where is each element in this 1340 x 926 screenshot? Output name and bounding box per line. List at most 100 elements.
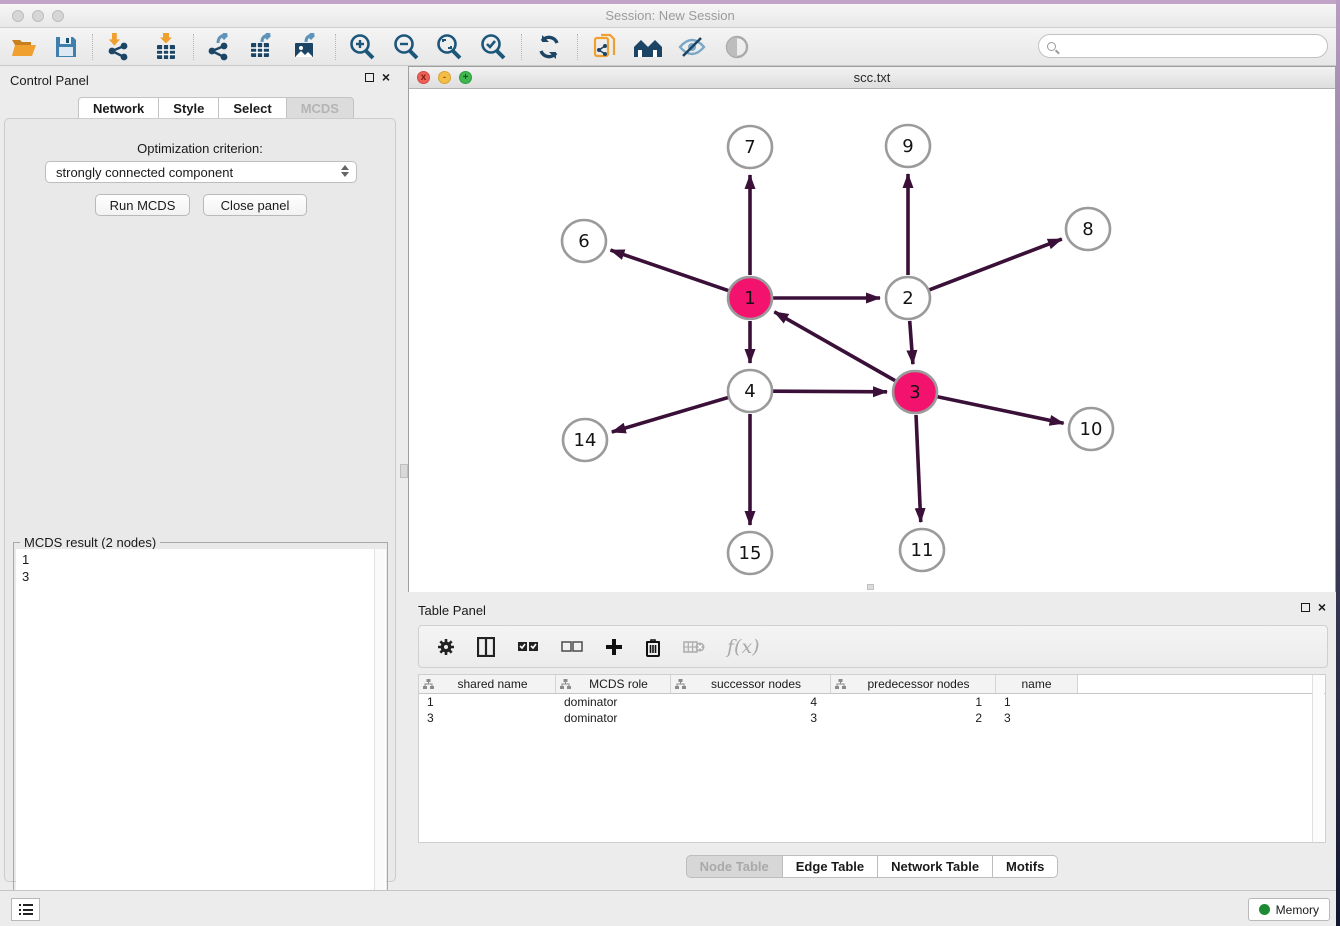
cell-shared-name[interactable]: 3 bbox=[419, 710, 556, 726]
column-header-successor-nodes[interactable]: successor nodes bbox=[671, 675, 831, 693]
zoom-selected-icon[interactable] bbox=[477, 32, 509, 62]
cell-successor-nodes[interactable]: 4 bbox=[671, 694, 831, 710]
search-field[interactable] bbox=[1038, 34, 1328, 58]
export-image-icon[interactable] bbox=[290, 32, 322, 62]
export-network-icon[interactable] bbox=[203, 32, 235, 62]
select-all-icon[interactable] bbox=[517, 640, 539, 654]
zoom-in-icon[interactable] bbox=[346, 32, 378, 62]
graph-edge-3-10[interactable] bbox=[938, 397, 1064, 424]
insert-column-icon[interactable] bbox=[477, 637, 495, 657]
column-header-mcds-role[interactable]: MCDS role bbox=[556, 675, 671, 693]
cell-shared-name[interactable]: 1 bbox=[419, 694, 556, 710]
svg-text:2: 2 bbox=[902, 288, 913, 309]
graph-node-4[interactable]: 4 bbox=[728, 370, 772, 412]
refresh-icon[interactable] bbox=[533, 32, 565, 62]
mcds-result-text: 1 3 bbox=[16, 549, 386, 920]
run-mcds-button[interactable]: Run MCDS bbox=[95, 194, 190, 216]
graph-edge-2-3[interactable] bbox=[910, 321, 913, 364]
optimization-criterion-select[interactable]: strongly connected component bbox=[45, 161, 357, 183]
import-table-icon[interactable] bbox=[150, 32, 182, 62]
svg-text:1: 1 bbox=[744, 288, 755, 309]
graph-node-14[interactable]: 14 bbox=[563, 419, 607, 461]
cell-name[interactable]: 3 bbox=[996, 710, 1078, 726]
graph-node-3[interactable]: 3 bbox=[893, 371, 937, 413]
graph-edge-3-1[interactable] bbox=[774, 312, 895, 381]
first-neighbors-icon[interactable] bbox=[632, 32, 664, 62]
zoom-out-icon[interactable] bbox=[390, 32, 422, 62]
duplicate-network-icon[interactable] bbox=[589, 32, 621, 62]
function-builder-icon[interactable]: f(x) bbox=[727, 636, 760, 658]
toolbar-separator bbox=[193, 34, 194, 60]
task-history-button[interactable] bbox=[11, 898, 40, 921]
graph-edge-2-8[interactable] bbox=[929, 239, 1061, 290]
graph-node-11[interactable]: 11 bbox=[900, 529, 944, 571]
close-panel-button[interactable]: Close panel bbox=[203, 194, 307, 216]
select-stepper-icon bbox=[341, 165, 349, 177]
table-panel-title: Table Panel bbox=[418, 603, 486, 618]
graph-node-9[interactable]: 9 bbox=[886, 125, 930, 167]
delete-row-icon[interactable] bbox=[645, 637, 661, 657]
save-session-icon[interactable] bbox=[50, 32, 82, 62]
graph-edge-1-6[interactable] bbox=[610, 250, 728, 290]
graph-edge-3-11[interactable] bbox=[916, 415, 921, 522]
tab-network-table[interactable]: Network Table bbox=[878, 855, 993, 878]
import-network-icon[interactable] bbox=[103, 32, 135, 62]
close-table-panel-icon[interactable]: × bbox=[1318, 602, 1326, 612]
sort-icon bbox=[560, 679, 571, 690]
show-all-icon[interactable] bbox=[721, 32, 753, 62]
graph-node-8[interactable]: 8 bbox=[1066, 208, 1110, 250]
graph-node-2[interactable]: 2 bbox=[886, 277, 930, 319]
cell-successor-nodes[interactable]: 3 bbox=[671, 710, 831, 726]
network-resize-grip[interactable] bbox=[867, 584, 874, 590]
tab-select[interactable]: Select bbox=[218, 97, 285, 119]
add-row-icon[interactable] bbox=[605, 638, 623, 656]
graph-node-7[interactable]: 7 bbox=[728, 126, 772, 168]
search-input[interactable] bbox=[1061, 39, 1327, 53]
main-toolbar bbox=[0, 28, 1340, 66]
mcds-result-scrollbar[interactable] bbox=[374, 549, 385, 920]
splitter-grip[interactable] bbox=[400, 464, 408, 478]
graph-edge-4-14[interactable] bbox=[612, 398, 728, 432]
tab-edge-table[interactable]: Edge Table bbox=[783, 855, 878, 878]
desktop-background-top bbox=[0, 0, 1340, 4]
node-table: shared name MCDS role successor nodes pr… bbox=[418, 674, 1326, 843]
close-panel-icon[interactable]: × bbox=[382, 72, 390, 82]
memory-status-icon bbox=[1259, 904, 1270, 915]
deselect-all-icon[interactable] bbox=[561, 640, 583, 654]
graph-node-6[interactable]: 6 bbox=[562, 220, 606, 262]
hide-selected-icon[interactable] bbox=[676, 32, 708, 62]
cell-predecessor-nodes[interactable]: 1 bbox=[831, 694, 996, 710]
panel-splitter[interactable] bbox=[400, 66, 408, 890]
graph-node-15[interactable]: 15 bbox=[728, 532, 772, 574]
cell-name[interactable]: 1 bbox=[996, 694, 1078, 710]
network-window-titlebar[interactable]: x - + scc.txt bbox=[409, 67, 1335, 89]
table-row[interactable]: 1 dominator 4 1 1 bbox=[419, 694, 1325, 710]
mcds-panel-body: Optimization criterion: strongly connect… bbox=[4, 118, 396, 882]
float-panel-icon[interactable] bbox=[365, 73, 374, 82]
tab-node-table[interactable]: Node Table bbox=[686, 855, 783, 878]
table-scrollbar[interactable] bbox=[1312, 675, 1324, 842]
float-table-panel-icon[interactable] bbox=[1301, 603, 1310, 612]
toolbar-separator bbox=[335, 34, 336, 60]
tab-network[interactable]: Network bbox=[78, 97, 158, 119]
memory-button[interactable]: Memory bbox=[1248, 898, 1330, 921]
table-options-gear-icon[interactable] bbox=[437, 638, 455, 656]
tab-mcds[interactable]: MCDS bbox=[286, 97, 354, 119]
column-header-shared-name[interactable]: shared name bbox=[419, 675, 556, 693]
open-file-icon[interactable] bbox=[8, 32, 40, 62]
graph-node-10[interactable]: 10 bbox=[1069, 408, 1113, 450]
table-row[interactable]: 3 dominator 3 2 3 bbox=[419, 710, 1325, 726]
cell-predecessor-nodes[interactable]: 2 bbox=[831, 710, 996, 726]
cell-mcds-role[interactable]: dominator bbox=[556, 694, 671, 710]
export-table-icon[interactable] bbox=[246, 32, 278, 62]
tab-style[interactable]: Style bbox=[158, 97, 218, 119]
zoom-fit-icon[interactable] bbox=[433, 32, 465, 62]
column-header-predecessor-nodes[interactable]: predecessor nodes bbox=[831, 675, 996, 693]
column-header-name[interactable]: name bbox=[996, 675, 1078, 693]
delete-column-icon[interactable] bbox=[683, 639, 705, 655]
graph-edge-4-3[interactable] bbox=[773, 391, 887, 392]
network-canvas[interactable]: 7 9 6 8 1 2 4 3 14 10 15 11 bbox=[409, 89, 1335, 592]
tab-motifs[interactable]: Motifs bbox=[993, 855, 1058, 878]
graph-node-1[interactable]: 1 bbox=[728, 277, 772, 319]
cell-mcds-role[interactable]: dominator bbox=[556, 710, 671, 726]
